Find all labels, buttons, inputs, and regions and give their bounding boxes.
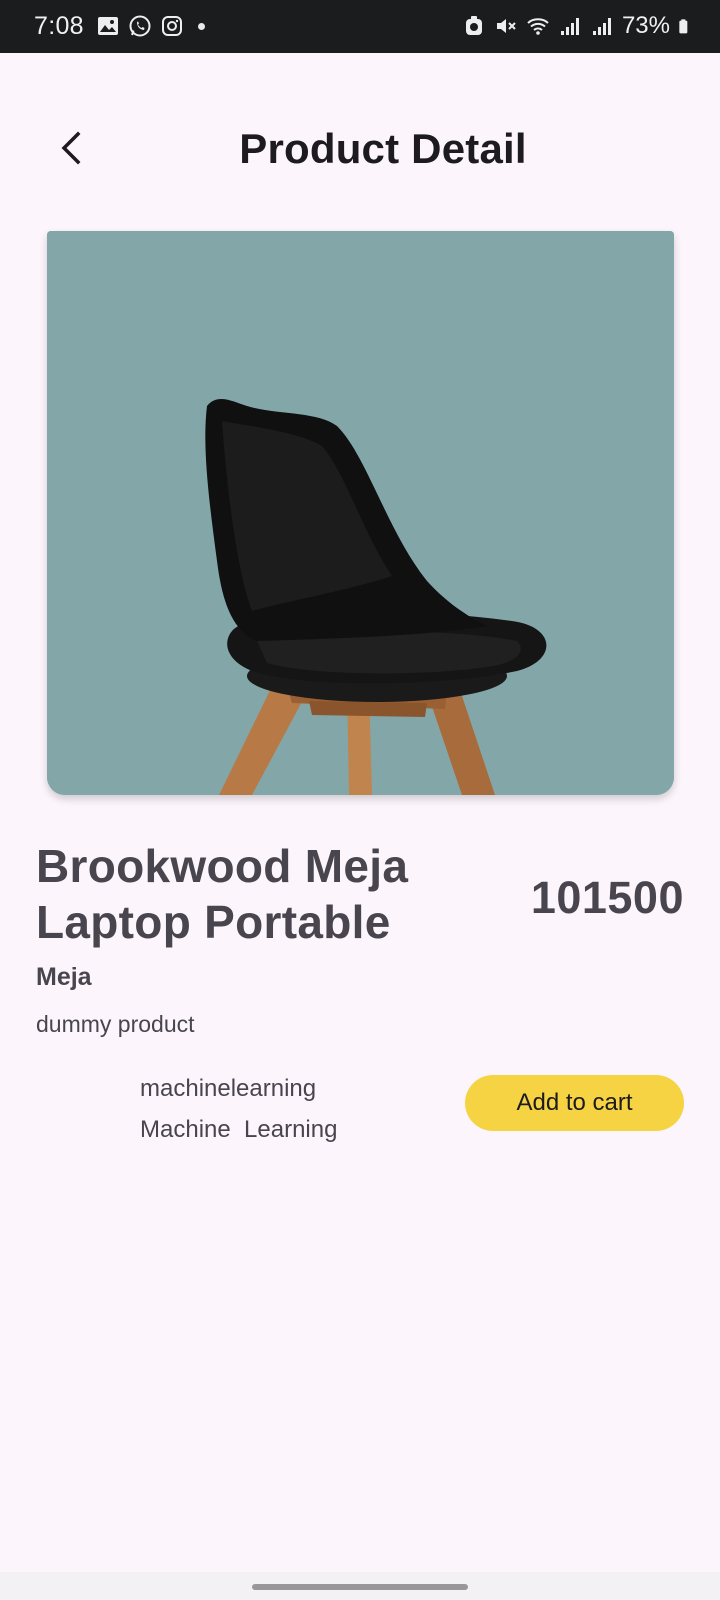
battery-percent: 73% xyxy=(621,12,670,39)
product-category: Meja xyxy=(36,963,92,991)
status-bar: 7:08 73% xyxy=(0,0,720,53)
product-description: dummy product xyxy=(36,1011,195,1037)
whatsapp-icon xyxy=(129,15,151,37)
signal-icon xyxy=(592,18,611,35)
product-tags: machinelearning Machine Learning xyxy=(140,1068,337,1150)
battery-icon xyxy=(679,19,688,34)
product-image xyxy=(47,231,674,795)
signal-icon xyxy=(560,18,579,35)
mute-icon xyxy=(496,19,516,33)
wifi-icon xyxy=(527,18,549,35)
add-to-cart-button[interactable]: Add to cart xyxy=(465,1075,684,1131)
app-bar: Product Detail xyxy=(0,53,720,253)
status-left-icons xyxy=(96,14,205,38)
status-time: 7:08 xyxy=(34,12,84,40)
page-title: Product Detail xyxy=(239,125,527,172)
product-name: Brookwood Meja Laptop Portable xyxy=(36,840,409,948)
chair-product-image xyxy=(47,231,674,795)
accessibility-icon xyxy=(465,16,482,35)
instagram-icon xyxy=(162,16,182,36)
gesture-handle[interactable] xyxy=(252,1584,468,1590)
gallery-icon xyxy=(98,17,118,35)
tag-item: Machine Learning xyxy=(140,1116,338,1143)
product-price: 101500 xyxy=(530,872,684,923)
navigation-gesture-area xyxy=(0,1572,720,1600)
notification-dot-icon xyxy=(198,22,205,30)
status-right-icons: 73% xyxy=(462,12,694,40)
tag-item: machinelearning xyxy=(140,1075,317,1102)
